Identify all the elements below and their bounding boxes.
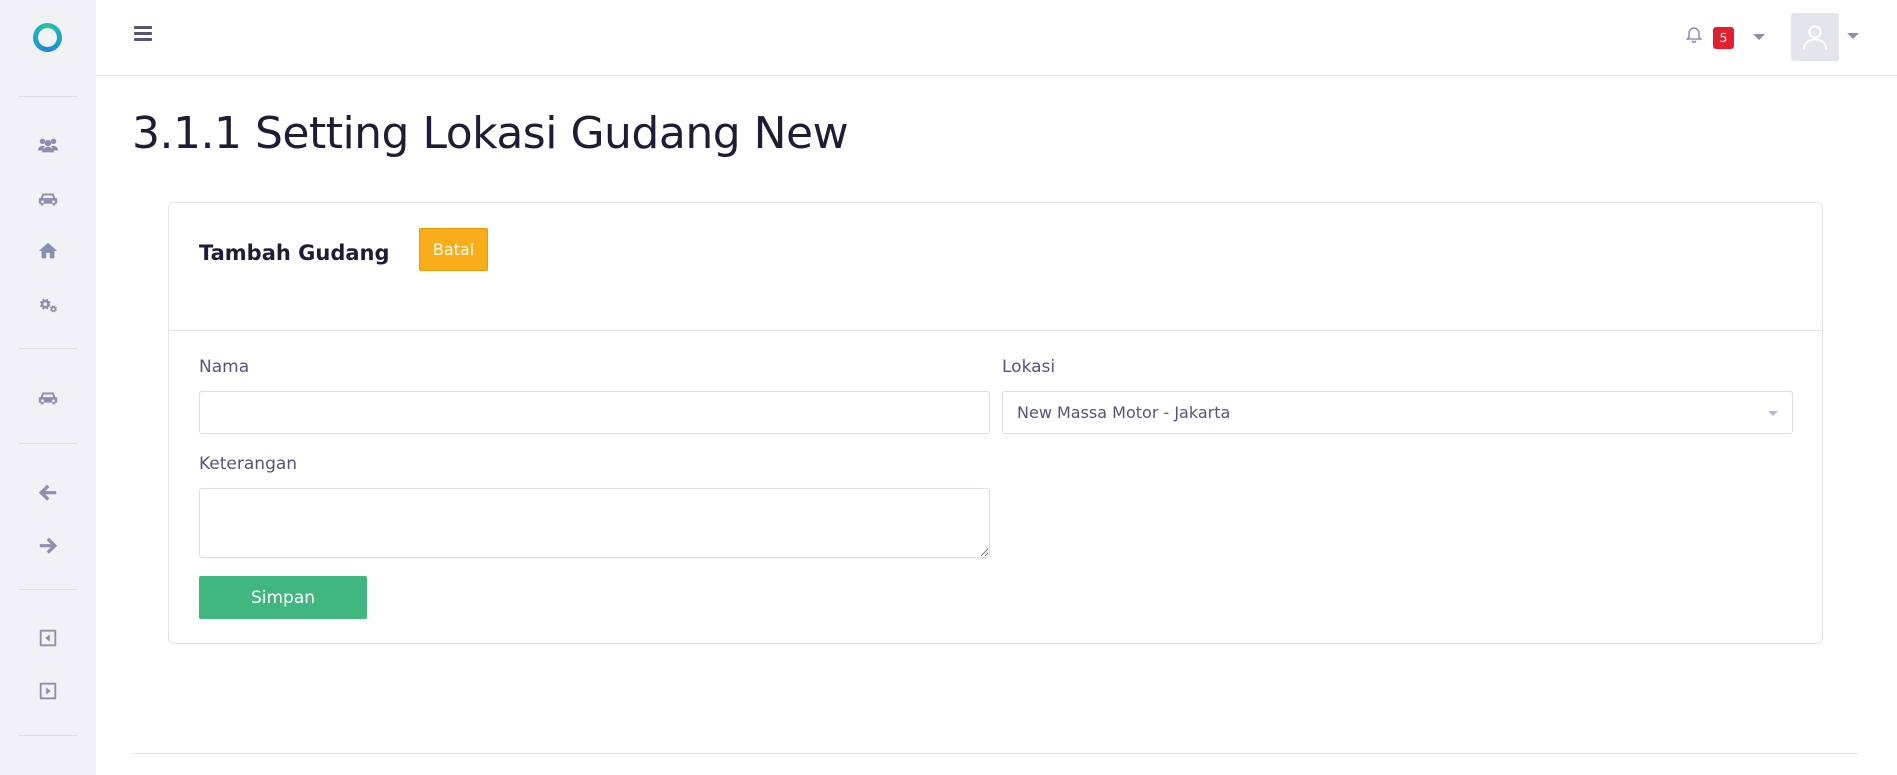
lokasi-selected-value: New Massa Motor - Jakarta bbox=[1017, 403, 1231, 422]
car-icon[interactable] bbox=[34, 384, 62, 412]
sidebar-divider bbox=[19, 348, 77, 349]
user-avatar[interactable] bbox=[1791, 13, 1839, 61]
users-icon[interactable] bbox=[34, 131, 62, 159]
save-button[interactable]: Simpan bbox=[199, 576, 367, 619]
card-header: Tambah Gudang Batal bbox=[169, 203, 1822, 331]
gears-icon[interactable] bbox=[34, 291, 62, 319]
card-title: Tambah Gudang bbox=[199, 241, 390, 265]
car-icon[interactable] bbox=[34, 185, 62, 213]
notification-count-badge[interactable]: 5 bbox=[1713, 27, 1734, 49]
nama-input[interactable] bbox=[199, 391, 990, 434]
arrow-right-icon[interactable] bbox=[34, 531, 62, 559]
form-card: Tambah Gudang Batal Nama Lokasi New Mass… bbox=[168, 202, 1823, 644]
sidebar-divider bbox=[19, 735, 77, 736]
keterangan-textarea[interactable] bbox=[199, 488, 990, 558]
page-title: 3.1.1 Setting Lokasi Gudang New bbox=[132, 108, 849, 159]
notification-dropdown-icon[interactable] bbox=[1753, 34, 1765, 40]
sidebar-divider bbox=[19, 443, 77, 444]
keterangan-label: Keterangan bbox=[199, 454, 298, 474]
lokasi-select[interactable]: New Massa Motor - Jakarta bbox=[1002, 391, 1793, 434]
footer-divider bbox=[132, 753, 1858, 754]
topbar bbox=[96, 0, 1897, 76]
app-logo[interactable] bbox=[33, 23, 62, 52]
expand-right-icon[interactable] bbox=[34, 677, 62, 705]
chevron-down-icon bbox=[1768, 411, 1778, 416]
bell-icon[interactable] bbox=[1684, 24, 1706, 46]
lokasi-label: Lokasi bbox=[1002, 357, 1056, 377]
cancel-button[interactable]: Batal bbox=[419, 228, 488, 271]
sidebar bbox=[0, 0, 96, 775]
nama-label: Nama bbox=[199, 357, 250, 377]
collapse-left-icon[interactable] bbox=[34, 624, 62, 652]
home-icon[interactable] bbox=[34, 237, 62, 265]
sidebar-divider bbox=[19, 96, 77, 97]
user-menu-dropdown-icon[interactable] bbox=[1847, 33, 1859, 39]
sidebar-divider bbox=[19, 589, 77, 590]
arrow-left-icon[interactable] bbox=[34, 478, 62, 506]
menu-toggle-icon[interactable] bbox=[134, 26, 152, 42]
